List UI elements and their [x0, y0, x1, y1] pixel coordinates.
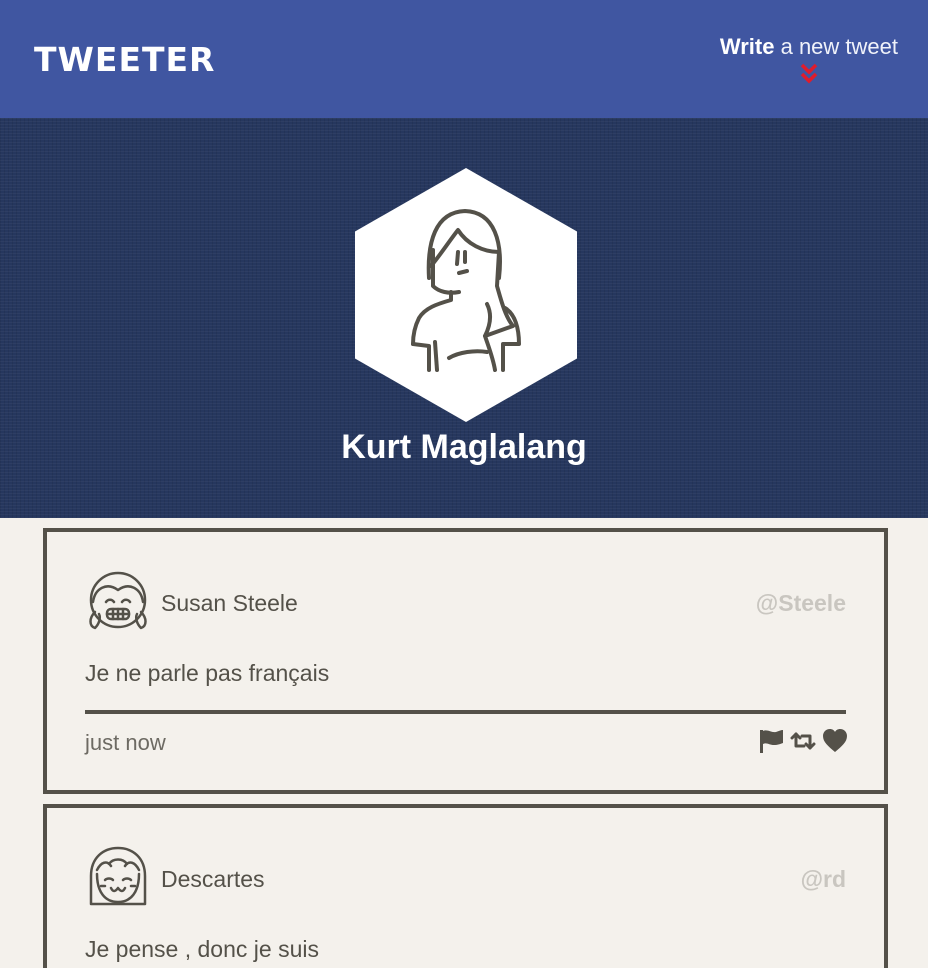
- tweet-timestamp: just now: [85, 730, 166, 755]
- heart-icon[interactable]: [822, 728, 848, 754]
- happy-girl-avatar-icon: [89, 846, 147, 906]
- profile-avatar: [355, 168, 577, 422]
- tweet-content: Je ne parle pas français: [85, 660, 330, 686]
- tweet-divider: [85, 710, 846, 714]
- tweet-content: Je pense , donc je suis: [85, 936, 319, 962]
- tweet-card: Descartes @rd Je pense , donc je suis: [43, 804, 888, 968]
- compose-tweet-toggle[interactable]: Write a new tweet: [720, 34, 898, 86]
- app-logo[interactable]: TWEETER: [34, 40, 215, 79]
- profile-banner: Kurt Maglalang: [0, 118, 928, 518]
- double-chevron-down-icon[interactable]: [799, 62, 819, 86]
- flag-icon[interactable]: [758, 728, 784, 754]
- compose-label-strong: Write: [719, 34, 775, 59]
- tweet-actions: [758, 728, 848, 754]
- tweet-author-handle: @Steele: [755, 590, 846, 616]
- smiling-girl-avatar-icon: [89, 571, 147, 630]
- profile-name: Kurt Maglalang: [341, 428, 587, 466]
- compose-label-rest: a new tweet: [780, 34, 898, 59]
- top-nav: TWEETER Write a new tweet: [0, 0, 928, 118]
- tweet-author-handle: @rd: [800, 866, 846, 892]
- retweet-icon[interactable]: [790, 728, 816, 754]
- tweet-author-name: Susan Steele: [161, 590, 298, 616]
- tweet-card: Susan Steele @Steele Je ne parle pas fra…: [43, 528, 888, 794]
- tweet-author-name: Descartes: [161, 866, 265, 892]
